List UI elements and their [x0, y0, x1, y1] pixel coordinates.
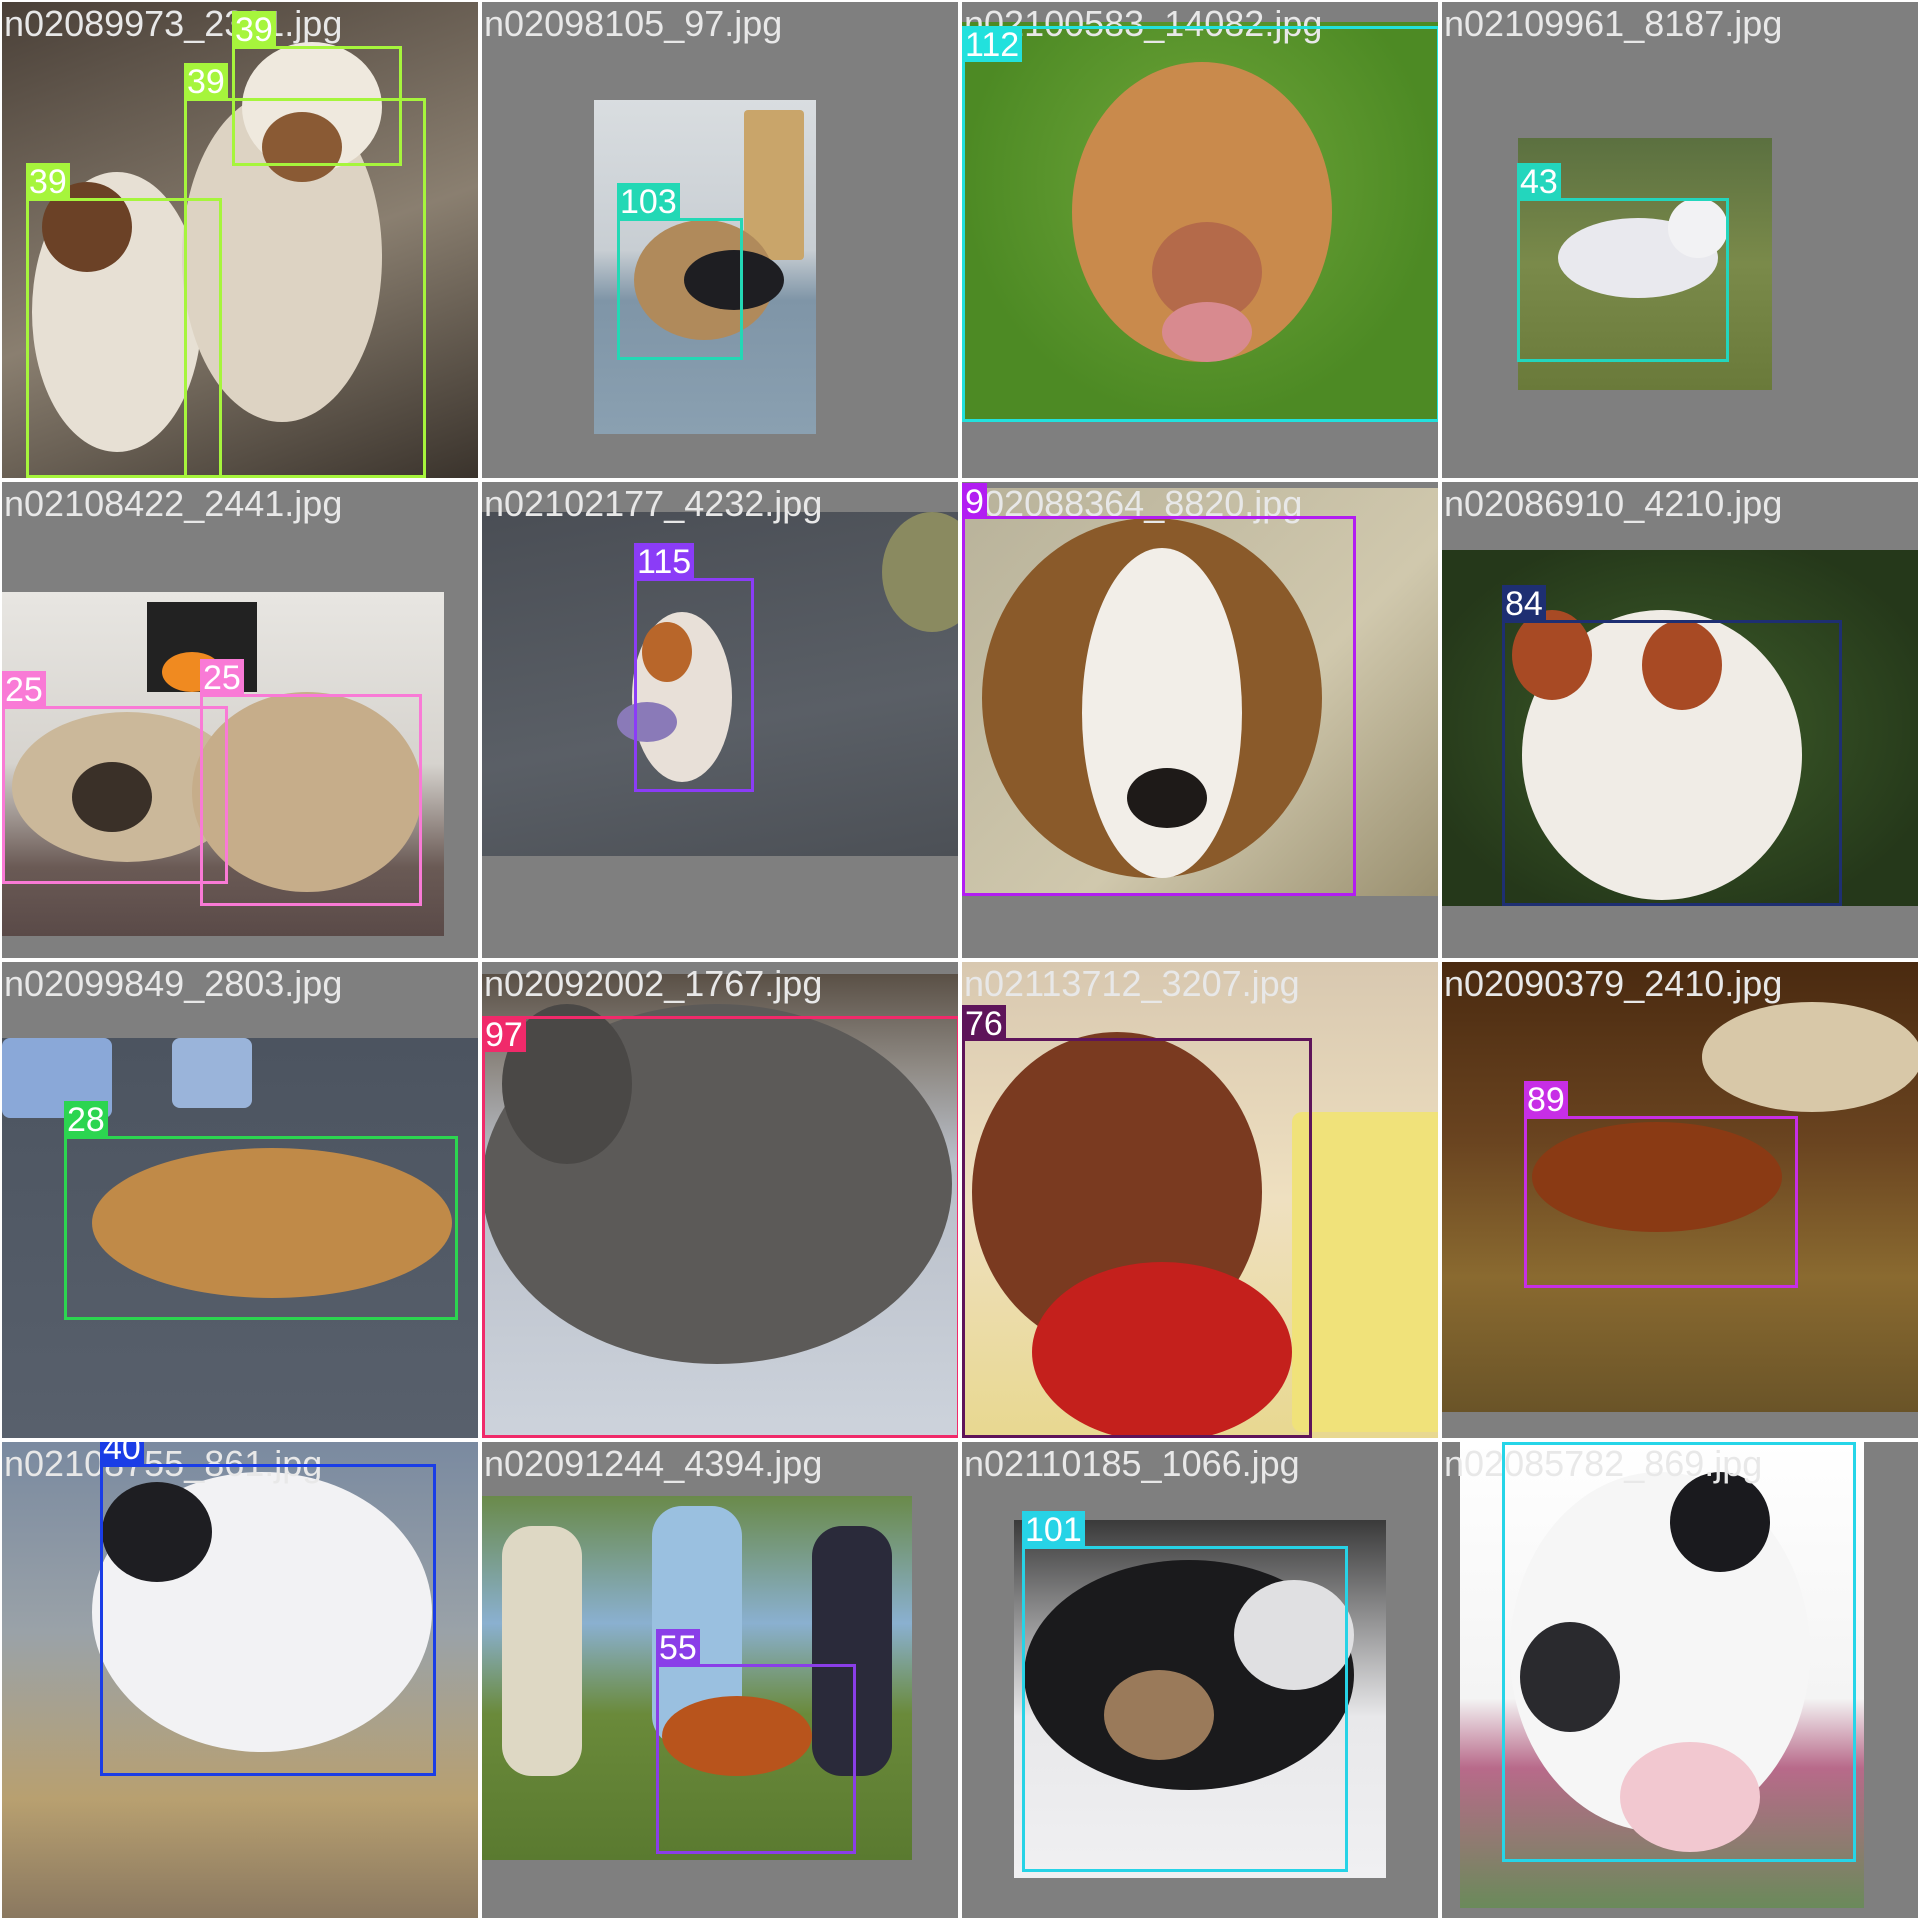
mosaic-tile: n02108755_861.jpg 40 [2, 1442, 478, 1918]
bounding-box: 97 [482, 1016, 958, 1438]
mosaic-tile: n02088364_8820.jpg 9 [962, 482, 1438, 958]
mosaic-tile: n02089973_2391.jpg 39 39 39 [2, 2, 478, 478]
mosaic-tile: n02100583_14082.jpg 112 [962, 2, 1438, 478]
image-filename: n02086910_4210.jpg [1444, 483, 1783, 524]
mosaic-tile: n02102177_4232.jpg 115 [482, 482, 958, 958]
class-label: 25 [200, 659, 244, 697]
image-filename: n02090379_2410.jpg [1444, 963, 1783, 1004]
mosaic-tile: n02110185_1066.jpg 101 [962, 1442, 1438, 1918]
image-filename: n02110185_1066.jpg [964, 1443, 1300, 1484]
class-label: 115 [634, 543, 695, 581]
class-label: 97 [482, 1016, 526, 1054]
mosaic-tile: n02099849_2803.jpg 28 [2, 962, 478, 1438]
mosaic-tile: n02092002_1767.jpg 97 [482, 962, 958, 1438]
image-filename: n02091244_4394.jpg [484, 1443, 823, 1484]
class-label: 43 [1517, 163, 1561, 201]
image-mosaic-grid: n02089973_2391.jpg 39 39 39 n02098105_97… [0, 0, 1920, 1920]
bounding-box: 25 [200, 659, 422, 906]
class-label: 84 [1502, 585, 1546, 623]
mosaic-tile: n02085782_869.jpg 61 [1442, 1442, 1918, 1918]
mosaic-tile: n02109961_8187.jpg 43 [1442, 2, 1918, 478]
image-filename: n02113712_3207.jpg [964, 963, 1300, 1004]
bounding-box: 84 [1502, 585, 1842, 906]
image-filename: n02089973_2391.jpg [4, 3, 343, 44]
image-filename: n02109961_8187.jpg [1444, 3, 1783, 44]
bounding-box: 39 [26, 163, 222, 478]
bounding-box: 115 [634, 543, 754, 792]
class-label: 28 [64, 1101, 108, 1139]
bounding-box: 9 [962, 483, 1356, 896]
class-label: 39 [232, 11, 276, 49]
class-label: 112 [962, 26, 1023, 64]
bounding-box: 112 [962, 26, 1438, 422]
mosaic-tile: n02108422_2441.jpg 25 25 [2, 482, 478, 958]
class-label: 101 [1022, 1511, 1085, 1549]
bounding-box: 28 [64, 1101, 458, 1320]
bounding-box: 76 [962, 1005, 1312, 1438]
mosaic-tile: n02098105_97.jpg 103 [482, 2, 958, 478]
class-label: 25 [2, 671, 46, 709]
class-label: 89 [1524, 1081, 1568, 1119]
class-label: 39 [184, 63, 228, 101]
class-label: 39 [26, 163, 70, 201]
bounding-box: 101 [1022, 1511, 1348, 1872]
class-label: 40 [100, 1442, 144, 1467]
image-filename: n02099849_2803.jpg [4, 963, 343, 1004]
image-filename: n02098105_97.jpg [484, 3, 783, 44]
mosaic-tile: n02091244_4394.jpg 55 [482, 1442, 958, 1918]
mosaic-tile: n02090379_2410.jpg 89 [1442, 962, 1918, 1438]
bounding-box: 103 [617, 183, 743, 360]
class-label: 76 [962, 1005, 1006, 1043]
class-label: 55 [656, 1629, 700, 1667]
image-filename: n02092002_1767.jpg [484, 963, 823, 1004]
bounding-box: 40 [100, 1442, 436, 1776]
mosaic-tile: n02113712_3207.jpg 76 [962, 962, 1438, 1438]
mosaic-tile: n02086910_4210.jpg 84 [1442, 482, 1918, 958]
image-filename: n02108422_2441.jpg [4, 483, 343, 524]
bounding-box: 61 [1502, 1442, 1856, 1862]
bounding-box: 43 [1517, 163, 1729, 362]
bounding-box: 25 [2, 671, 228, 884]
class-label: 61 [1502, 1442, 1546, 1445]
image-filename: n02102177_4232.jpg [484, 483, 823, 524]
bounding-box: 55 [656, 1629, 856, 1854]
bounding-box: 89 [1524, 1081, 1798, 1288]
class-label: 9 [962, 483, 987, 521]
class-label: 103 [617, 183, 680, 221]
